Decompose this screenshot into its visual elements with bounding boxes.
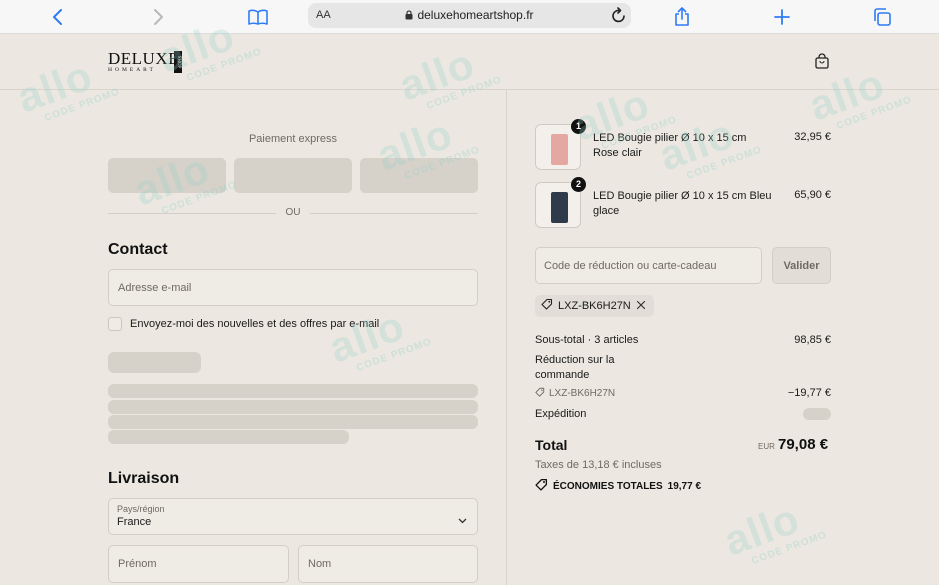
express-checkout-title: Paiement express [248,133,338,145]
email-field[interactable]: Adresse e-mail [108,269,478,306]
express-payment-button[interactable] [360,158,478,193]
loading-placeholder [108,352,201,373]
product-name: LED Bougie pilier Ø 10 x 15 cm Rose clai… [593,132,747,159]
newsletter-label: Envoyez-moi des nouvelles et des offres … [130,318,380,330]
shopping-bag-icon[interactable] [814,53,830,74]
store-logo[interactable]: DELUXE HOMEART SHOP [108,50,182,76]
shipping-label: Expédition [535,408,587,420]
divider-line [310,213,478,214]
loading-placeholder [108,430,349,444]
last-name-placeholder: Nom [308,558,332,570]
back-icon[interactable] [46,5,70,29]
country-select[interactable]: Pays/région France [108,498,478,535]
tag-icon [535,387,545,400]
cart-item: 2 LED Bougie pilier Ø 10 x 15 cm Bleu gl… [535,177,831,228]
order-discount-code: LXZ-BK6H27N [535,387,615,400]
loading-placeholder [108,415,478,429]
or-separator: OU [108,207,478,221]
tag-icon [535,478,548,494]
url-text: deluxehomeartshop.fr [417,8,534,22]
shipping-value-loading [803,408,831,420]
total-savings: ÉCONOMIES TOTALES 19,77 € [535,478,701,494]
tag-icon [541,297,553,315]
watermark: allo CODE PROMO [322,301,434,374]
subtotal-label: Sous-total · 3 articles [535,334,639,346]
bookmarks-icon[interactable] [246,5,270,29]
savings-value: 19,77 € [667,480,702,492]
logo-side-text: SHOP [176,56,181,69]
discount-code-input[interactable]: Code de réduction ou carte-cadeau [535,247,762,284]
order-discount-label: Réduction sur la commande [535,354,615,381]
candle-image [551,192,568,223]
total-currency: EUR [758,442,775,451]
share-icon[interactable] [670,5,694,29]
logo-main-text: DELUXE [108,49,179,68]
product-price: 65,90 € [794,189,831,201]
last-name-field[interactable]: Nom [298,545,478,583]
contact-title: Contact [108,241,168,258]
express-payment-button[interactable] [108,158,226,193]
first-name-field[interactable]: Prénom [108,545,289,583]
order-discount-value: −19,77 € [787,387,831,399]
discount-placeholder: Code de réduction ou carte-cadeau [544,260,717,272]
loading-placeholder [108,384,478,398]
delivery-title: Livraison [108,470,180,487]
forward-icon[interactable] [146,5,170,29]
lock-icon [405,9,413,23]
logo-sub-text: HOMEART [108,67,156,73]
country-value: France [117,516,152,528]
quantity-badge: 2 [571,177,586,192]
loading-placeholder [108,400,478,414]
watermark: allo CODE PROMO [717,494,829,567]
first-name-placeholder: Prénom [118,558,157,570]
order-discount-code-text: LXZ-BK6H27N [549,388,616,399]
address-bar[interactable]: AA deluxehomeartshop.fr [308,3,631,28]
total-value: 79,08 € [778,436,829,453]
applied-code: LXZ-BK6H27N [558,300,631,312]
chevron-down-icon [458,511,467,529]
reload-icon[interactable] [611,6,627,29]
apply-discount-button[interactable]: Valider [772,247,831,284]
logo-side-bar: SHOP [174,51,182,73]
product-price: 32,95 € [794,131,831,143]
savings-label: ÉCONOMIES TOTALES [553,480,663,492]
taxes-note: Taxes de 13,18 € incluses [535,459,662,471]
express-payment-button[interactable] [234,158,352,193]
candle-image [551,134,568,165]
new-tab-icon[interactable] [770,5,794,29]
quantity-badge: 1 [571,119,586,134]
product-name: LED Bougie pilier Ø 10 x 15 cm Bleu glac… [593,190,772,217]
column-divider [506,90,507,585]
browser-toolbar: AA deluxehomeartshop.fr [0,0,939,34]
subtotal-value: 98,85 € [794,334,831,346]
site-header: DELUXE HOMEART SHOP [0,35,939,90]
total-label: Total [535,437,568,453]
remove-code-icon[interactable] [636,297,646,315]
tabs-overview-icon[interactable] [870,5,894,29]
applied-discount-chip: LXZ-BK6H27N [535,295,654,317]
email-placeholder: Adresse e-mail [118,282,192,294]
newsletter-checkbox[interactable] [108,317,122,331]
cart-item: 1 LED Bougie pilier Ø 10 x 15 cm Rose cl… [535,119,831,170]
country-label: Pays/région [117,504,165,514]
